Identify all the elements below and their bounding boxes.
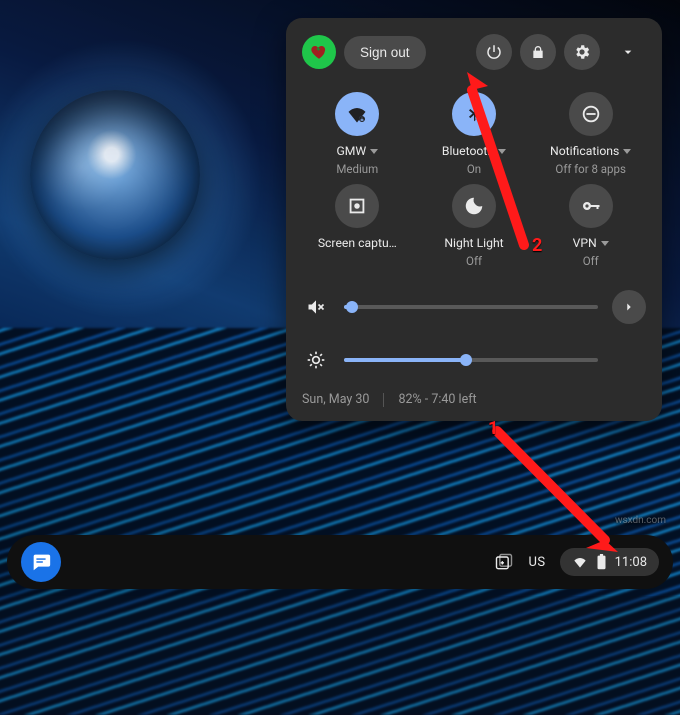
screen-capture-icon [335, 184, 379, 228]
battery-icon [596, 554, 607, 570]
power-button[interactable] [476, 34, 512, 70]
gear-icon [573, 43, 591, 61]
tile-sublabel: Off [466, 254, 482, 268]
settings-button[interactable] [564, 34, 600, 70]
audio-settings-button[interactable] [612, 290, 646, 324]
lock-button[interactable] [520, 34, 556, 70]
chevron-down-icon [620, 44, 636, 60]
tile-sublabel: Off for 8 apps [555, 162, 626, 176]
tile-label: GMW [336, 144, 378, 158]
chevron-down-icon [623, 149, 631, 154]
divider [383, 393, 384, 407]
chevron-down-icon [601, 241, 609, 246]
chevron-down-icon [498, 149, 506, 154]
tile-notifications[interactable]: Notifications Off for 8 apps [535, 92, 646, 176]
holding-space-icon [494, 552, 514, 572]
quick-settings-panel: Sign out GMW Medium Bluetooth [286, 18, 662, 421]
tile-screencapture[interactable]: Screen captu… [302, 184, 413, 268]
footer-date: Sun, May 30 [302, 392, 369, 407]
bluetooth-icon [452, 92, 496, 136]
chevron-right-icon [622, 300, 636, 314]
shelf: US 11:08 [7, 535, 673, 589]
clock: 11:08 [615, 555, 647, 570]
quick-tiles-grid: GMW Medium Bluetooth On Notifications Of… [302, 92, 646, 268]
tile-label: Notifications [550, 144, 631, 158]
panel-header: Sign out [302, 34, 646, 70]
status-area[interactable]: 11:08 [560, 548, 659, 576]
sliders [302, 290, 646, 374]
tile-label: Screen captu… [318, 236, 397, 250]
wifi-icon [572, 554, 588, 570]
lock-icon [530, 44, 546, 60]
ime-indicator[interactable]: US [528, 555, 545, 570]
pinned-app-messages[interactable] [21, 542, 61, 582]
tile-label: Night Light [444, 236, 503, 250]
dnd-icon [569, 92, 613, 136]
holding-space-button[interactable] [494, 552, 514, 572]
wifi-icon [335, 92, 379, 136]
footer-battery: 82% - 7:40 left [398, 392, 476, 407]
power-icon [485, 43, 503, 61]
tile-wifi[interactable]: GMW Medium [302, 92, 413, 176]
volume-mute-icon[interactable] [302, 293, 330, 321]
sign-out-button[interactable]: Sign out [344, 36, 426, 69]
callout-1: 1 [488, 418, 498, 439]
tile-bluetooth[interactable]: Bluetooth On [419, 92, 530, 176]
brightness-slider[interactable] [344, 358, 598, 362]
panel-footer: Sun, May 30 82% - 7:40 left [302, 392, 646, 407]
tile-sublabel: Medium [336, 162, 378, 176]
brightness-icon[interactable] [302, 346, 330, 374]
vpn-key-icon [569, 184, 613, 228]
tile-vpn[interactable]: VPN Off [535, 184, 646, 268]
messages-icon [30, 551, 52, 573]
volume-slider[interactable] [344, 305, 598, 309]
chevron-down-icon [370, 149, 378, 154]
tile-sublabel: Off [583, 254, 599, 268]
watermark: wsxdn.com [615, 515, 666, 526]
brightness-row [302, 346, 646, 374]
tile-nightlight[interactable]: Night Light Off [419, 184, 530, 268]
heart-icon [310, 43, 328, 61]
tile-label: Bluetooth [442, 144, 506, 158]
tile-label: VPN [573, 236, 609, 250]
tile-sublabel: On [467, 162, 481, 176]
collapse-button[interactable] [610, 34, 646, 70]
volume-row [302, 290, 646, 324]
avatar[interactable] [302, 35, 336, 69]
night-light-icon [452, 184, 496, 228]
callout-2: 2 [532, 235, 542, 256]
